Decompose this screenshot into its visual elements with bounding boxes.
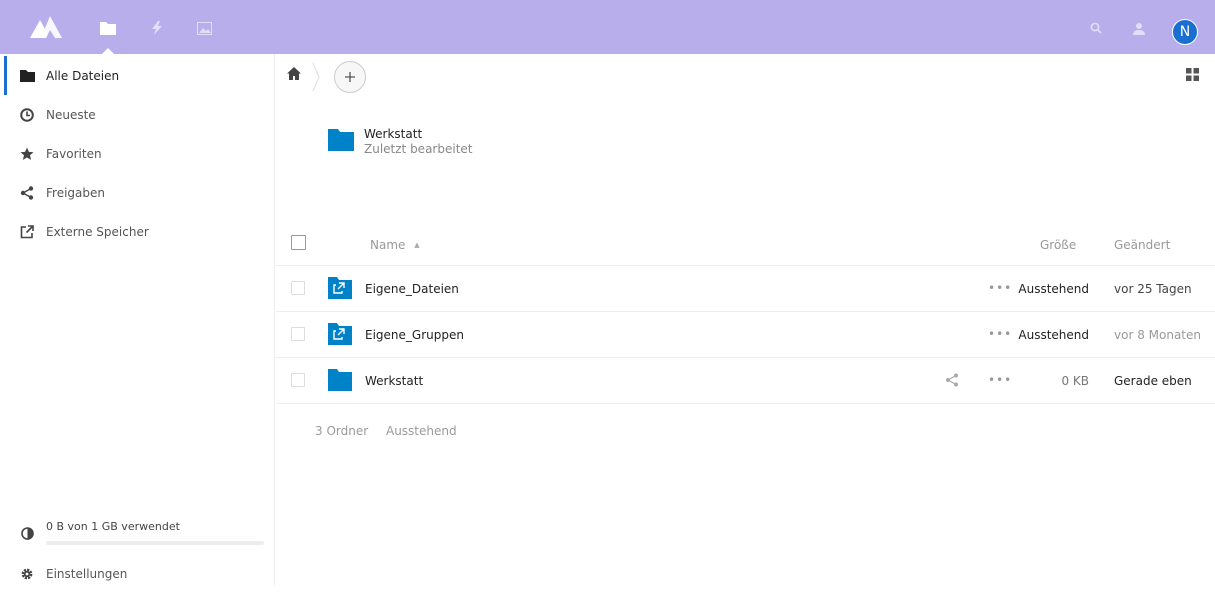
sidebar-item-external-storage[interactable]: Externe Speicher bbox=[0, 212, 274, 251]
breadcrumb-separator-icon bbox=[311, 62, 321, 95]
top-bar: N bbox=[0, 0, 1215, 54]
more-actions-icon[interactable]: ••• bbox=[988, 281, 1012, 295]
settings-button[interactable]: Einstellungen bbox=[0, 556, 274, 592]
quota-progress-bar bbox=[46, 541, 264, 545]
plus-icon bbox=[344, 67, 356, 88]
table-row[interactable]: Eigene_Dateien ••• Ausstehend vor 25 Tag… bbox=[276, 266, 1215, 312]
files-app-folder-icon[interactable] bbox=[96, 16, 120, 40]
activity-lightning-icon[interactable] bbox=[145, 16, 169, 40]
grid-view-icon[interactable] bbox=[1186, 68, 1199, 84]
sidebar-item-label: Freigaben bbox=[46, 185, 105, 200]
user-avatar[interactable]: N bbox=[1172, 19, 1198, 45]
recent-file-card[interactable]: Werkstatt Zuletzt bearbeitet bbox=[328, 127, 472, 156]
search-icon[interactable] bbox=[1088, 16, 1104, 40]
file-summary: 3 Ordner Ausstehend bbox=[315, 424, 457, 438]
pie-chart-icon bbox=[19, 525, 35, 541]
gear-icon bbox=[19, 566, 35, 582]
quota-info: 0 B von 1 GB verwendet bbox=[0, 512, 274, 551]
column-header-size[interactable]: Größe bbox=[1040, 238, 1076, 252]
settings-label: Einstellungen bbox=[46, 567, 128, 581]
sidebar-item-shares[interactable]: Freigaben bbox=[0, 173, 274, 212]
gallery-image-icon[interactable] bbox=[192, 16, 216, 40]
file-list-area: Werkstatt Zuletzt bearbeitet Name ▲ Größ… bbox=[276, 54, 1215, 585]
total-size: Ausstehend bbox=[385, 424, 457, 438]
file-name[interactable]: Werkstatt bbox=[365, 374, 423, 388]
file-name[interactable]: Eigene_Gruppen bbox=[365, 328, 464, 342]
home-icon[interactable] bbox=[287, 67, 301, 83]
file-modified: vor 25 Tagen bbox=[1114, 282, 1192, 296]
file-size: Ausstehend bbox=[1018, 282, 1089, 296]
new-file-button[interactable] bbox=[334, 61, 366, 93]
row-checkbox[interactable] bbox=[291, 373, 305, 387]
sidebar-item-favorites[interactable]: Favoriten bbox=[0, 134, 274, 173]
table-header: Name ▲ Größe Geändert bbox=[276, 224, 1215, 266]
table-row[interactable]: Werkstatt ••• 0 KB Gerade eben bbox=[276, 358, 1215, 404]
sidebar: Alle Dateien Neueste Favoriten Freigaben… bbox=[0, 54, 275, 585]
more-actions-icon[interactable]: ••• bbox=[988, 327, 1012, 341]
contacts-icon[interactable] bbox=[1131, 16, 1147, 40]
external-folder-icon bbox=[328, 277, 352, 302]
recent-file-name: Werkstatt bbox=[364, 127, 423, 141]
sort-ascending-icon: ▲ bbox=[414, 241, 420, 249]
folder-icon bbox=[19, 68, 35, 84]
sidebar-item-recent[interactable]: Neueste bbox=[0, 95, 274, 134]
external-link-icon bbox=[19, 224, 35, 240]
logo-icon[interactable] bbox=[28, 12, 64, 40]
more-actions-icon[interactable]: ••• bbox=[988, 373, 1012, 387]
folder-count: 3 Ordner bbox=[315, 424, 369, 438]
file-modified: Gerade eben bbox=[1114, 374, 1192, 388]
column-header-name[interactable]: Name ▲ bbox=[370, 238, 420, 252]
clock-icon bbox=[19, 107, 35, 123]
file-size: 0 KB bbox=[1061, 374, 1089, 388]
folder-icon bbox=[328, 369, 352, 394]
file-name[interactable]: Eigene_Dateien bbox=[365, 282, 459, 296]
folder-icon bbox=[328, 129, 354, 154]
sidebar-item-label: Externe Speicher bbox=[46, 224, 149, 239]
share-icon[interactable] bbox=[945, 373, 959, 390]
star-icon bbox=[19, 146, 35, 162]
row-checkbox[interactable] bbox=[291, 281, 305, 295]
sidebar-item-label: Alle Dateien bbox=[46, 68, 120, 83]
sidebar-item-all-files[interactable]: Alle Dateien bbox=[0, 56, 274, 95]
quota-label: 0 B von 1 GB verwendet bbox=[46, 520, 180, 533]
table-row[interactable]: Eigene_Gruppen ••• Ausstehend vor 8 Mona… bbox=[276, 312, 1215, 358]
file-modified: vor 8 Monaten bbox=[1114, 328, 1201, 342]
recent-file-subtitle: Zuletzt bearbeitet bbox=[364, 142, 473, 156]
column-name-label: Name bbox=[370, 238, 406, 252]
share-icon bbox=[19, 185, 35, 201]
file-size: Ausstehend bbox=[1018, 328, 1089, 342]
sidebar-item-label: Neueste bbox=[46, 107, 96, 122]
sidebar-item-label: Favoriten bbox=[46, 146, 102, 161]
external-folder-icon bbox=[328, 323, 352, 348]
row-checkbox[interactable] bbox=[291, 327, 305, 341]
column-header-modified[interactable]: Geändert bbox=[1114, 238, 1170, 252]
select-all-checkbox[interactable] bbox=[291, 235, 306, 250]
